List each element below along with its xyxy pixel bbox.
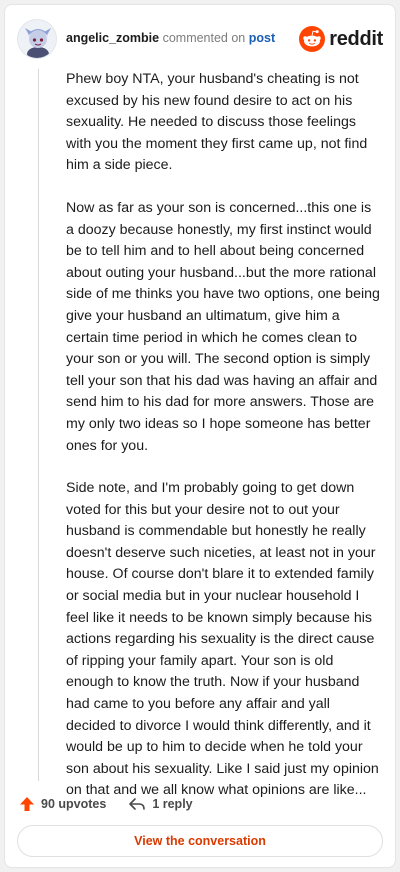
- view-conversation-button[interactable]: View the conversation: [17, 825, 383, 857]
- reply-count: 1 reply: [152, 797, 193, 811]
- thread-line: [38, 69, 39, 781]
- reddit-logo[interactable]: reddit: [299, 25, 383, 53]
- comment-paragraph: Side note, and I'm probably going to get…: [66, 480, 379, 799]
- avatar-character-icon: [18, 20, 56, 58]
- upvote-arrow-icon: [20, 797, 34, 811]
- upvote-count: 90 upvotes: [41, 797, 107, 811]
- comment-meta: angelic_zombie commented on post: [66, 31, 275, 45]
- upvote-button[interactable]: 90 upvotes: [19, 796, 106, 812]
- user-avatar[interactable]: [17, 19, 57, 59]
- reply-button[interactable]: 1 reply: [128, 796, 193, 812]
- username[interactable]: angelic_zombie: [66, 31, 159, 45]
- reddit-snoo-icon: [299, 26, 326, 52]
- comment-paragraph: Phew boy NTA, your husband's cheating is…: [66, 71, 368, 174]
- comment-paragraph: Now as far as your son is concerned...th…: [66, 199, 380, 454]
- comment-actions: 90 upvotes 1 reply: [19, 793, 193, 815]
- commented-on-text: commented on: [162, 31, 246, 45]
- brand-wordmark: reddit: [329, 27, 383, 50]
- comment-body: Phew boy NTA, your husband's cheating is…: [66, 69, 382, 823]
- reply-arrow-icon: [129, 798, 146, 810]
- post-link[interactable]: post: [249, 31, 275, 45]
- comment-card: angelic_zombie commented on post reddit …: [4, 4, 396, 868]
- comment-header: angelic_zombie commented on post reddit: [17, 19, 383, 59]
